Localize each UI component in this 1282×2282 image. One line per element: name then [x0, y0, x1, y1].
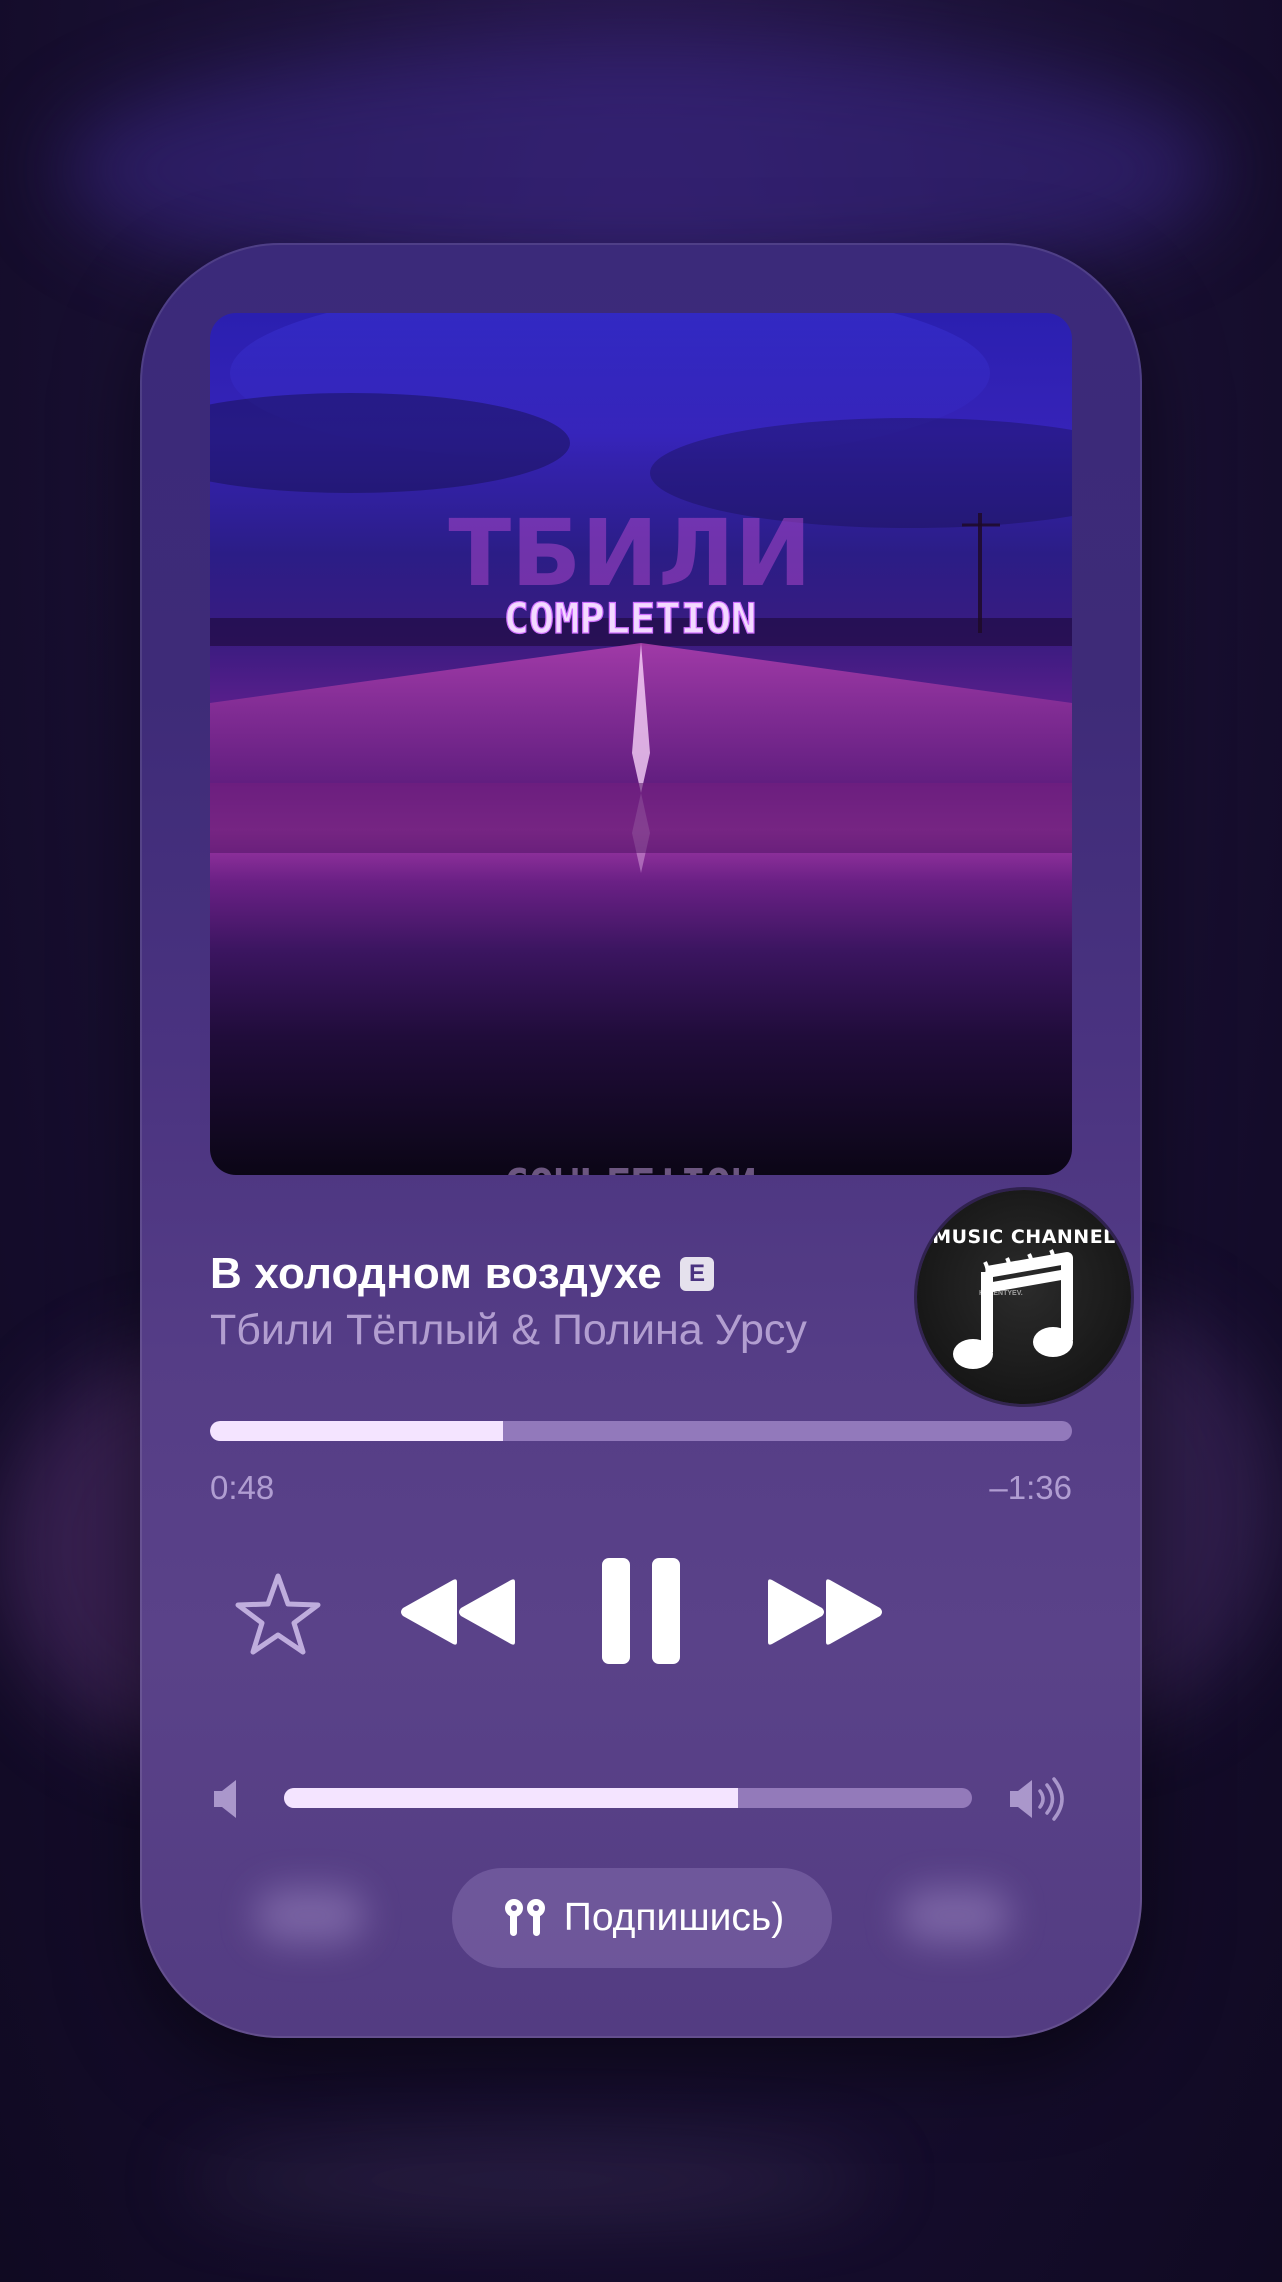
album-artwork[interactable]: ТБИЛИ COMPLETION ТБИЛИ COMPLETION [210, 313, 1072, 1175]
track-title-row: В холодном воздухе E [210, 1246, 714, 1302]
track-artist[interactable]: Тбили Тёплый & Полина Урсу [210, 1306, 807, 1355]
art-subtitle-reflection: COMPLETION [504, 1158, 757, 1175]
rewind-icon[interactable] [399, 1576, 517, 1648]
channel-subtitle: KALENTYEV. [979, 1290, 1023, 1297]
star-icon[interactable] [233, 1570, 323, 1660]
music-note-icon [953, 1249, 1073, 1369]
speaker-high-icon [1010, 1777, 1064, 1821]
blurred-control-left [255, 1888, 365, 1943]
output-device-button[interactable]: Подпишись) [452, 1868, 832, 1968]
speaker-low-icon [214, 1780, 236, 1818]
art-subtitle: COMPLETION [504, 594, 757, 643]
now-playing-card: ТБИЛИ COMPLETION ТБИЛИ COMPLETION В холо… [140, 243, 1142, 2038]
explicit-badge: E [679, 1257, 714, 1291]
volume-fill [284, 1788, 739, 1808]
blurred-control-right [900, 1888, 1010, 1943]
volume-slider[interactable] [284, 1788, 972, 1808]
progress-bar[interactable] [210, 1421, 1072, 1441]
output-device-label: Подпишись) [563, 1896, 785, 1939]
progress-fill [210, 1421, 504, 1441]
channel-avatar[interactable]: MUSIC CHANNEL KALENTYEV. [917, 1190, 1131, 1404]
artwork-scene: ТБИЛИ COMPLETION ТБИЛИ COMPLETION [210, 313, 1072, 1175]
pause-icon[interactable] [600, 1556, 682, 1666]
track-title[interactable]: В холодном воздухе [210, 1249, 662, 1299]
remaining-time: –1:36 [989, 1469, 1072, 1506]
fast-forward-icon[interactable] [766, 1576, 884, 1648]
art-title: ТБИЛИ [448, 500, 811, 607]
elapsed-time: 0:48 [210, 1469, 275, 1506]
airpods-icon [504, 1899, 545, 1936]
background-glow [180, 2150, 880, 2210]
